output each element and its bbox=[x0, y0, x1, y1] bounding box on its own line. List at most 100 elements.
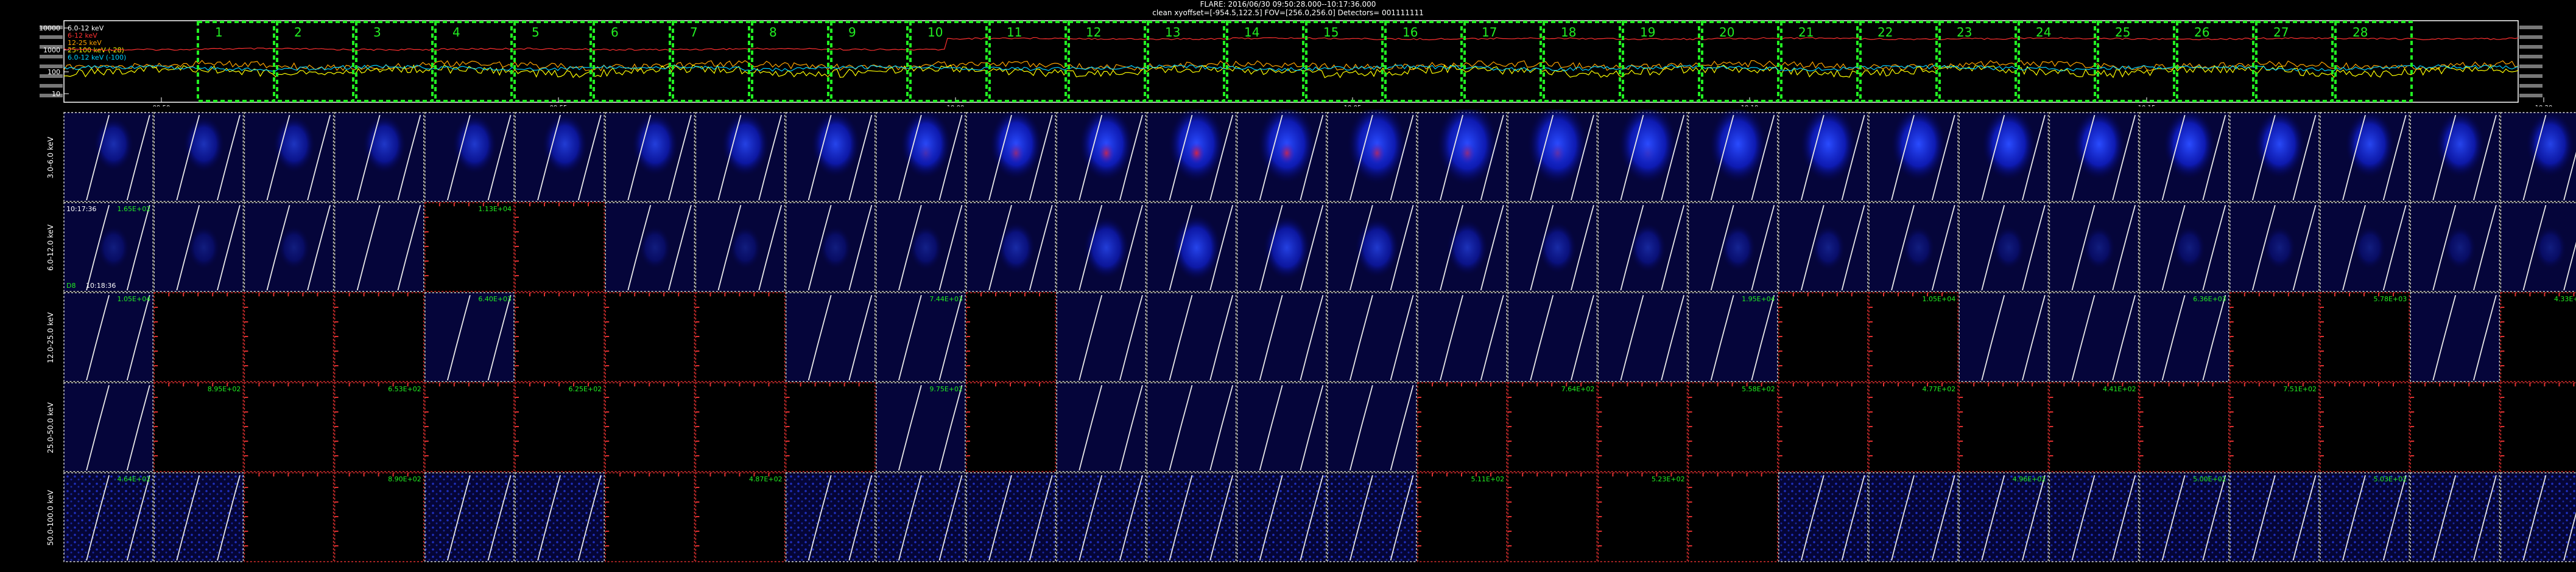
image-cell bbox=[334, 202, 424, 292]
cell-annotation: 7.44E+03 bbox=[929, 295, 963, 303]
image-cell bbox=[876, 472, 966, 562]
source-blob bbox=[1172, 215, 1221, 281]
cell-frame bbox=[1236, 292, 1327, 382]
cell-frame bbox=[1868, 472, 1958, 562]
empty-cell-frame bbox=[1417, 382, 1507, 472]
y-tick-label: 10 bbox=[52, 90, 60, 98]
cell-frame bbox=[2049, 472, 2139, 562]
cell-annotation: D8 bbox=[66, 282, 76, 290]
cell-annotation: 1.05E+04 bbox=[118, 295, 151, 303]
source-blob bbox=[811, 111, 860, 177]
image-cell bbox=[334, 112, 424, 202]
empty-cell-frame bbox=[2500, 382, 2576, 472]
row-label: 50.0-100.0 keV bbox=[46, 490, 55, 546]
right-stripe bbox=[2519, 94, 2543, 97]
empty-cell-frame bbox=[1417, 472, 1507, 562]
interval-label: 11 bbox=[1007, 25, 1022, 40]
interval-label: 16 bbox=[1402, 25, 1418, 40]
source-blob bbox=[722, 112, 769, 176]
interval-label: 19 bbox=[1640, 25, 1655, 40]
empty-cell-frame bbox=[966, 382, 1056, 472]
empty-cell-frame bbox=[695, 382, 786, 472]
image-cell bbox=[1958, 382, 2049, 472]
image-cell bbox=[966, 292, 1056, 382]
cell-annotation: 1.95E+04 bbox=[1742, 295, 1775, 303]
empty-cell-frame bbox=[2229, 292, 2320, 382]
image-cell bbox=[2410, 382, 2500, 472]
source-core bbox=[1188, 142, 1205, 164]
image-cell bbox=[1778, 472, 1868, 562]
image-cell bbox=[1327, 472, 1417, 562]
empty-cell-frame bbox=[2320, 382, 2410, 472]
source-blob bbox=[2534, 226, 2567, 270]
source-blob bbox=[2345, 111, 2395, 178]
interval-label: 22 bbox=[1877, 25, 1893, 40]
source-blob bbox=[2435, 111, 2485, 177]
empty-cell-frame bbox=[2320, 292, 2410, 382]
image-cell bbox=[244, 112, 334, 202]
image-cell bbox=[966, 110, 1056, 202]
interval-label: 9 bbox=[848, 25, 856, 40]
cell-frame bbox=[1327, 292, 1417, 382]
image-cell bbox=[334, 472, 424, 562]
empty-cell-frame bbox=[1778, 382, 1868, 472]
source-core bbox=[1278, 142, 1295, 164]
cell-frame bbox=[876, 472, 966, 562]
image-cell bbox=[785, 472, 876, 562]
image-cell bbox=[2500, 111, 2576, 202]
image-cell bbox=[966, 202, 1056, 292]
source-blob bbox=[1720, 224, 1756, 271]
image-cell bbox=[695, 112, 786, 202]
image-cell bbox=[876, 110, 966, 202]
image-cell bbox=[966, 472, 1056, 562]
image-cell bbox=[2139, 472, 2229, 562]
image-cell bbox=[2229, 292, 2320, 382]
image-cell bbox=[1056, 382, 1147, 472]
image-cell bbox=[2139, 110, 2229, 202]
x-tick-label: 10:05 bbox=[1344, 105, 1362, 106]
image-cell bbox=[695, 292, 786, 382]
right-stripe bbox=[2519, 35, 2543, 39]
source-blob bbox=[183, 116, 225, 172]
image-cell bbox=[2320, 202, 2410, 292]
image-cell bbox=[153, 202, 244, 292]
empty-cell-frame bbox=[1597, 472, 1688, 562]
interval-label: 21 bbox=[1798, 25, 1814, 40]
image-cell bbox=[605, 292, 695, 382]
cell-frame bbox=[1056, 382, 1147, 472]
image-cell bbox=[424, 292, 515, 382]
row-label: 6.0-12.0 keV bbox=[46, 224, 55, 271]
image-cell bbox=[1687, 382, 1778, 472]
image-cell bbox=[2320, 472, 2410, 562]
y-tick-label: 10000 bbox=[39, 24, 60, 32]
image-cell bbox=[785, 382, 876, 472]
interval-label: 2 bbox=[294, 25, 302, 40]
image-cell bbox=[2049, 472, 2139, 562]
cell-frame bbox=[2320, 472, 2410, 562]
source-blob bbox=[1538, 221, 1577, 274]
legend-entry: 6.0-12 keV (-100) bbox=[68, 54, 126, 61]
x-tick-label: 09:55 bbox=[550, 105, 568, 106]
image-grid: 3.0-6.0 keV 6.0-12.0 keV 12.0-25.0 keV 25.0… bbox=[46, 110, 2576, 562]
image-cell bbox=[153, 112, 244, 202]
image-cell bbox=[966, 382, 1056, 472]
interval-label: 27 bbox=[2273, 25, 2289, 40]
image-cell bbox=[2320, 111, 2410, 202]
right-stripe bbox=[2519, 26, 2543, 29]
empty-cell-frame bbox=[695, 472, 786, 562]
empty-cell-frame bbox=[334, 472, 424, 562]
right-stripe bbox=[2519, 45, 2543, 49]
x-tick-label: 10:20 bbox=[2535, 105, 2553, 106]
right-stripe bbox=[2519, 74, 2543, 78]
image-cell bbox=[1236, 472, 1327, 562]
empty-cell-frame bbox=[2500, 292, 2576, 382]
cell-frame bbox=[63, 472, 153, 562]
empty-cell-frame bbox=[966, 292, 1056, 382]
image-cell bbox=[1236, 292, 1327, 382]
cell-frame bbox=[966, 472, 1056, 562]
interval-label: 7 bbox=[690, 25, 698, 40]
empty-cell-frame bbox=[244, 292, 334, 382]
image-cell bbox=[1958, 202, 2049, 292]
cell-frame bbox=[876, 292, 966, 382]
cell-annotation: 1.65E+02 bbox=[118, 205, 151, 213]
